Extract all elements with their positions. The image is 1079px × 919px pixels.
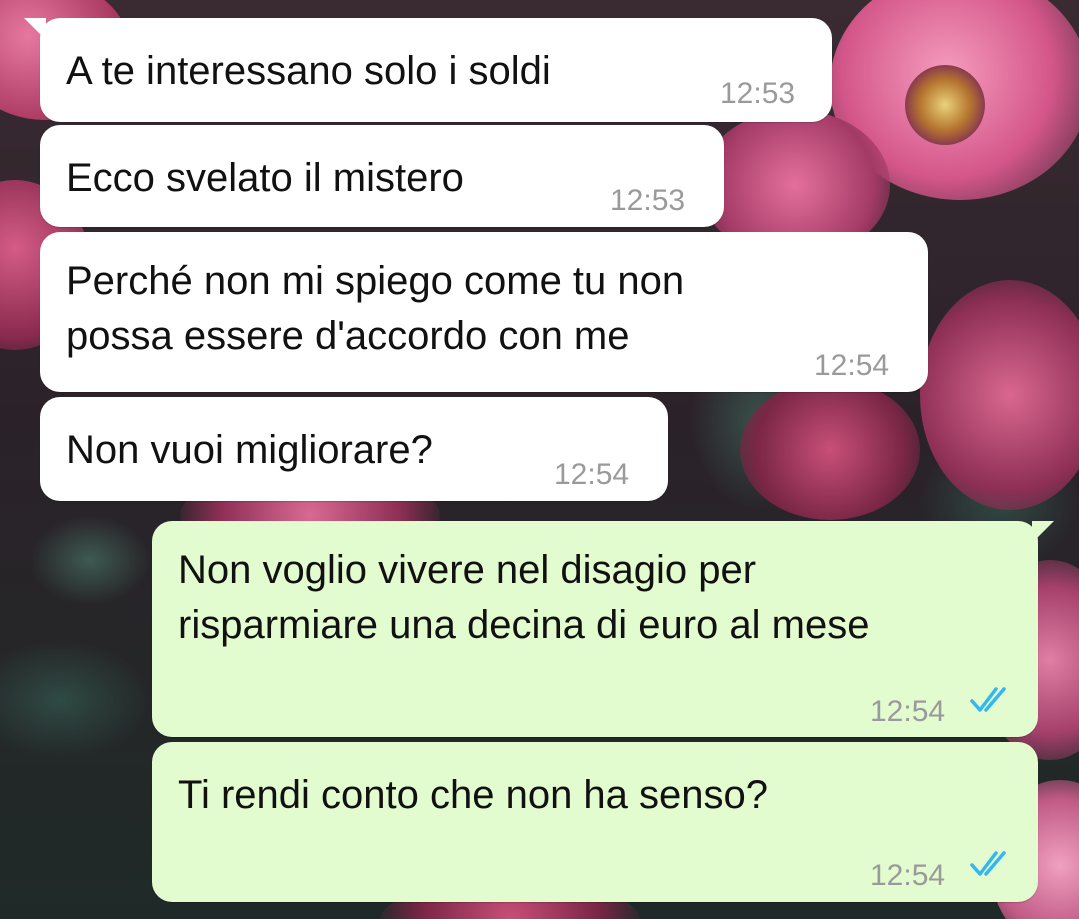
message-text: Ti rendi conto che non ha senso?: [178, 773, 769, 817]
message-line: Non voglio vivere nel disagio per: [178, 548, 757, 592]
message-time: 12:54: [870, 859, 946, 892]
message-bubble-outgoing[interactable]: Ti rendi conto che non ha senso? 12:54: [152, 742, 1038, 902]
message-text: Perché non mi spiego come tu non possa e…: [66, 254, 684, 364]
message-text: Non voglio vivere nel disagio per rispar…: [178, 543, 869, 653]
message-bubble-incoming[interactable]: Perché non mi spiego come tu non possa e…: [40, 232, 928, 392]
message-line: risparmiare una decina di euro al mese: [178, 603, 870, 647]
message-text: A te interessano solo i soldi: [66, 49, 551, 93]
message-time: 12:54: [814, 349, 890, 382]
message-bubble-incoming[interactable]: Non vuoi migliorare? 12:54: [40, 397, 668, 501]
message-time: 12:53: [610, 184, 686, 217]
message-time: 12:54: [870, 695, 946, 728]
message-bubble-incoming[interactable]: Ecco svelato il mistero 12:53: [40, 125, 724, 227]
message-line: Perché non mi spiego come tu non: [66, 259, 685, 303]
double-check-icon: [970, 851, 1006, 876]
message-time: 12:54: [554, 458, 630, 491]
message-bubble-outgoing[interactable]: Non voglio vivere nel disagio per rispar…: [152, 521, 1054, 737]
double-check-icon: [970, 687, 1006, 712]
message-text: Ecco svelato il mistero: [66, 156, 464, 200]
bubble-tail: [24, 18, 46, 40]
message-text: Non vuoi migliorare?: [66, 428, 433, 472]
message-line: possa essere d'accordo con me: [66, 314, 630, 358]
bubble-tail: [1032, 521, 1054, 543]
message-bubble-incoming[interactable]: A te interessano solo i soldi 12:53: [24, 18, 832, 122]
message-time: 12:53: [720, 77, 796, 110]
